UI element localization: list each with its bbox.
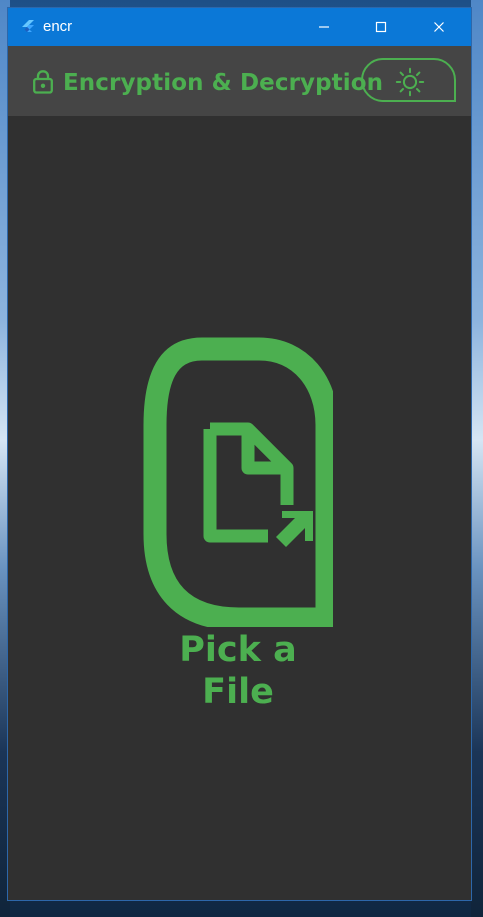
maximize-button[interactable] — [352, 8, 410, 46]
window-title: encr — [43, 18, 73, 35]
close-button[interactable] — [410, 8, 468, 46]
app-window: encr Encryption & Decryption Pick a File — [8, 8, 471, 900]
desktop-background-right — [471, 0, 483, 917]
maximize-icon — [375, 21, 387, 33]
lock-icon — [32, 69, 54, 95]
file-pick-icon — [143, 337, 339, 631]
minimize-icon — [319, 26, 329, 28]
minimize-button[interactable] — [295, 8, 353, 46]
window-titlebar[interactable]: encr — [8, 8, 471, 46]
pick-file-label: Pick a File — [179, 630, 297, 712]
theme-toggle-button[interactable] — [361, 58, 456, 102]
app-header: Encryption & Decryption — [8, 46, 471, 116]
page-title: Encryption & Decryption — [63, 70, 384, 96]
sun-icon — [395, 67, 425, 97]
file-picker-area[interactable]: Pick a File — [143, 337, 339, 712]
close-icon — [434, 22, 444, 32]
flutter-logo-icon — [19, 18, 37, 36]
